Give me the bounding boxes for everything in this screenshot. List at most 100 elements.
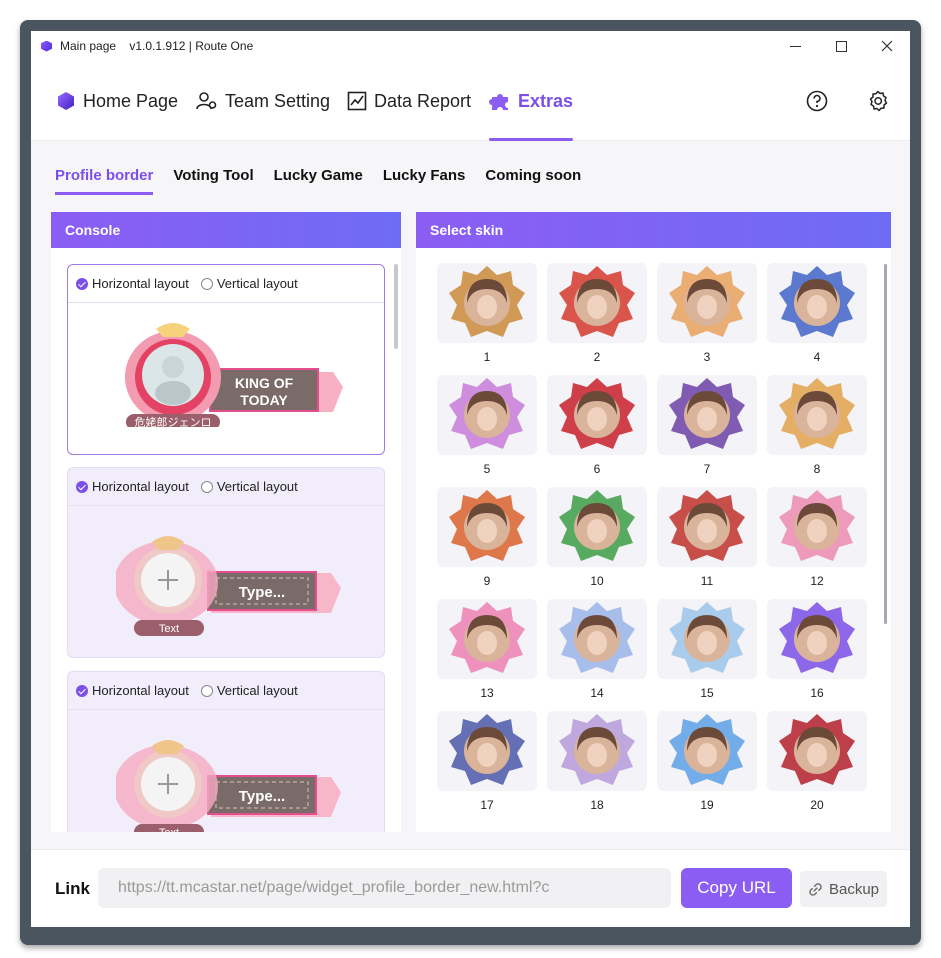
skin-option[interactable]: 17 bbox=[437, 711, 537, 812]
skin-option[interactable]: 8 bbox=[767, 375, 867, 476]
layout-options: Horizontal layout Vertical layout bbox=[68, 468, 384, 506]
skin-number: 4 bbox=[813, 350, 821, 364]
avatar-frame-image bbox=[779, 602, 855, 673]
skin-thumbnail bbox=[547, 375, 647, 455]
link-label: Link bbox=[55, 879, 90, 898]
nav-home-page[interactable]: Home Page bbox=[56, 61, 178, 141]
avatar-frame-image bbox=[779, 266, 855, 337]
hexagon-logo-icon bbox=[58, 92, 74, 110]
vertical-layout-radio[interactable] bbox=[200, 277, 213, 290]
preview-banner-text: Type... bbox=[239, 788, 285, 805]
horizontal-layout-label: Horizontal layout bbox=[92, 479, 189, 494]
skin-number: 11 bbox=[700, 574, 714, 588]
layout-card[interactable]: Horizontal layout Vertical layout Type..… bbox=[67, 671, 385, 832]
skin-option[interactable]: 19 bbox=[657, 711, 757, 812]
skin-option[interactable]: 18 bbox=[547, 711, 647, 812]
skin-number: 16 bbox=[810, 686, 824, 700]
skin-option[interactable]: 9 bbox=[437, 487, 537, 588]
avatar-frame-image bbox=[449, 378, 525, 449]
chart-report-icon bbox=[347, 91, 367, 111]
backup-button[interactable]: Backup bbox=[800, 871, 887, 907]
link-url-field[interactable] bbox=[98, 868, 671, 908]
tab-lucky-game[interactable]: Lucky Game bbox=[274, 161, 363, 195]
tab-coming-soon[interactable]: Coming soon bbox=[485, 161, 581, 195]
close-button[interactable] bbox=[864, 31, 910, 61]
horizontal-layout-radio[interactable] bbox=[76, 480, 88, 493]
skin-number: 10 bbox=[590, 574, 604, 588]
skin-scrollbar[interactable] bbox=[884, 264, 887, 624]
preview-name-label: 危姥郎ジェンロ bbox=[135, 415, 212, 427]
skin-option[interactable]: 3 bbox=[657, 263, 757, 364]
skin-number: 17 bbox=[480, 798, 494, 812]
avatar-frame-image bbox=[779, 714, 855, 785]
skin-thumbnail bbox=[657, 375, 757, 455]
border-preview: Type... Text bbox=[116, 536, 341, 636]
horizontal-layout-label: Horizontal layout bbox=[92, 683, 189, 698]
skin-number: 14 bbox=[590, 686, 604, 700]
horizontal-layout-radio[interactable] bbox=[76, 684, 88, 697]
avatar-frame-image bbox=[449, 602, 525, 673]
nav-extras[interactable]: Extras bbox=[489, 61, 574, 141]
skin-thumbnail bbox=[547, 599, 647, 679]
nav-home-page-label: Home Page bbox=[83, 90, 179, 111]
console-scrollbar[interactable] bbox=[394, 264, 398, 349]
nav-extras-label: Extras bbox=[518, 90, 574, 111]
skin-thumbnail bbox=[547, 487, 647, 567]
skin-thumbnail bbox=[657, 711, 757, 791]
skin-option[interactable]: 4 bbox=[767, 263, 867, 364]
layout-card[interactable]: Horizontal layout Vertical layout KING O… bbox=[67, 264, 385, 455]
skin-thumbnail bbox=[767, 599, 867, 679]
copy-url-button[interactable]: Copy URL bbox=[681, 868, 792, 908]
skin-option[interactable]: 6 bbox=[547, 375, 647, 476]
skin-thumbnail bbox=[767, 711, 867, 791]
help-button[interactable] bbox=[797, 81, 837, 121]
skin-option[interactable]: 1 bbox=[437, 263, 537, 364]
nav-data-report[interactable]: Data Report bbox=[347, 61, 471, 141]
skin-option[interactable]: 20 bbox=[767, 711, 867, 812]
help-icon bbox=[806, 90, 828, 112]
vertical-layout-label: Vertical layout bbox=[216, 276, 298, 291]
skin-option[interactable]: 2 bbox=[547, 263, 647, 364]
skin-thumbnail bbox=[767, 487, 867, 567]
tab-voting-tool[interactable]: Voting Tool bbox=[173, 161, 253, 195]
skin-option[interactable]: 16 bbox=[767, 599, 867, 700]
avatar-frame-image bbox=[669, 266, 745, 337]
nav-team-setting[interactable]: Team Setting bbox=[196, 61, 330, 141]
skin-option[interactable]: 11 bbox=[657, 487, 757, 588]
close-icon bbox=[881, 40, 893, 52]
window-title: Main page v1.0.1.912 | Route One bbox=[60, 39, 254, 53]
select-skin-header: Select skin bbox=[416, 212, 891, 248]
maximize-button[interactable] bbox=[818, 31, 864, 61]
vertical-layout-radio[interactable] bbox=[200, 684, 213, 697]
vertical-layout-label: Vertical layout bbox=[216, 479, 298, 494]
skin-option[interactable]: 10 bbox=[547, 487, 647, 588]
horizontal-layout-radio[interactable] bbox=[76, 277, 88, 290]
minimize-button[interactable] bbox=[772, 31, 818, 61]
skin-thumbnail bbox=[767, 263, 867, 343]
skin-option[interactable]: 14 bbox=[547, 599, 647, 700]
skin-number: 13 bbox=[480, 686, 494, 700]
skin-option[interactable]: 15 bbox=[657, 599, 757, 700]
vertical-layout-label: Vertical layout bbox=[216, 683, 298, 698]
avatar-frame-image bbox=[449, 714, 525, 785]
skin-thumbnail bbox=[657, 487, 757, 567]
preview-banner-text: Type... bbox=[239, 584, 285, 601]
avatar-frame-image bbox=[559, 266, 635, 337]
skin-option[interactable]: 5 bbox=[437, 375, 537, 476]
nav-data-report-label: Data Report bbox=[374, 90, 472, 111]
layout-options: Horizontal layout Vertical layout bbox=[68, 265, 384, 303]
skin-option[interactable]: 7 bbox=[657, 375, 757, 476]
skin-option[interactable]: 13 bbox=[437, 599, 537, 700]
console-header: Console bbox=[51, 212, 401, 248]
avatar-frame-image bbox=[669, 714, 745, 785]
skin-option[interactable]: 12 bbox=[767, 487, 867, 588]
settings-button[interactable] bbox=[858, 81, 898, 121]
tab-lucky-fans[interactable]: Lucky Fans bbox=[383, 161, 466, 195]
app-logo-icon bbox=[41, 40, 52, 52]
layout-card[interactable]: Horizontal layout Vertical layout Type..… bbox=[67, 467, 385, 658]
vertical-layout-radio[interactable] bbox=[200, 480, 213, 493]
skin-number: 8 bbox=[813, 462, 821, 476]
tab-profile-border[interactable]: Profile border bbox=[55, 161, 154, 195]
skin-thumbnail bbox=[767, 375, 867, 455]
avatar-frame-image bbox=[559, 490, 635, 561]
